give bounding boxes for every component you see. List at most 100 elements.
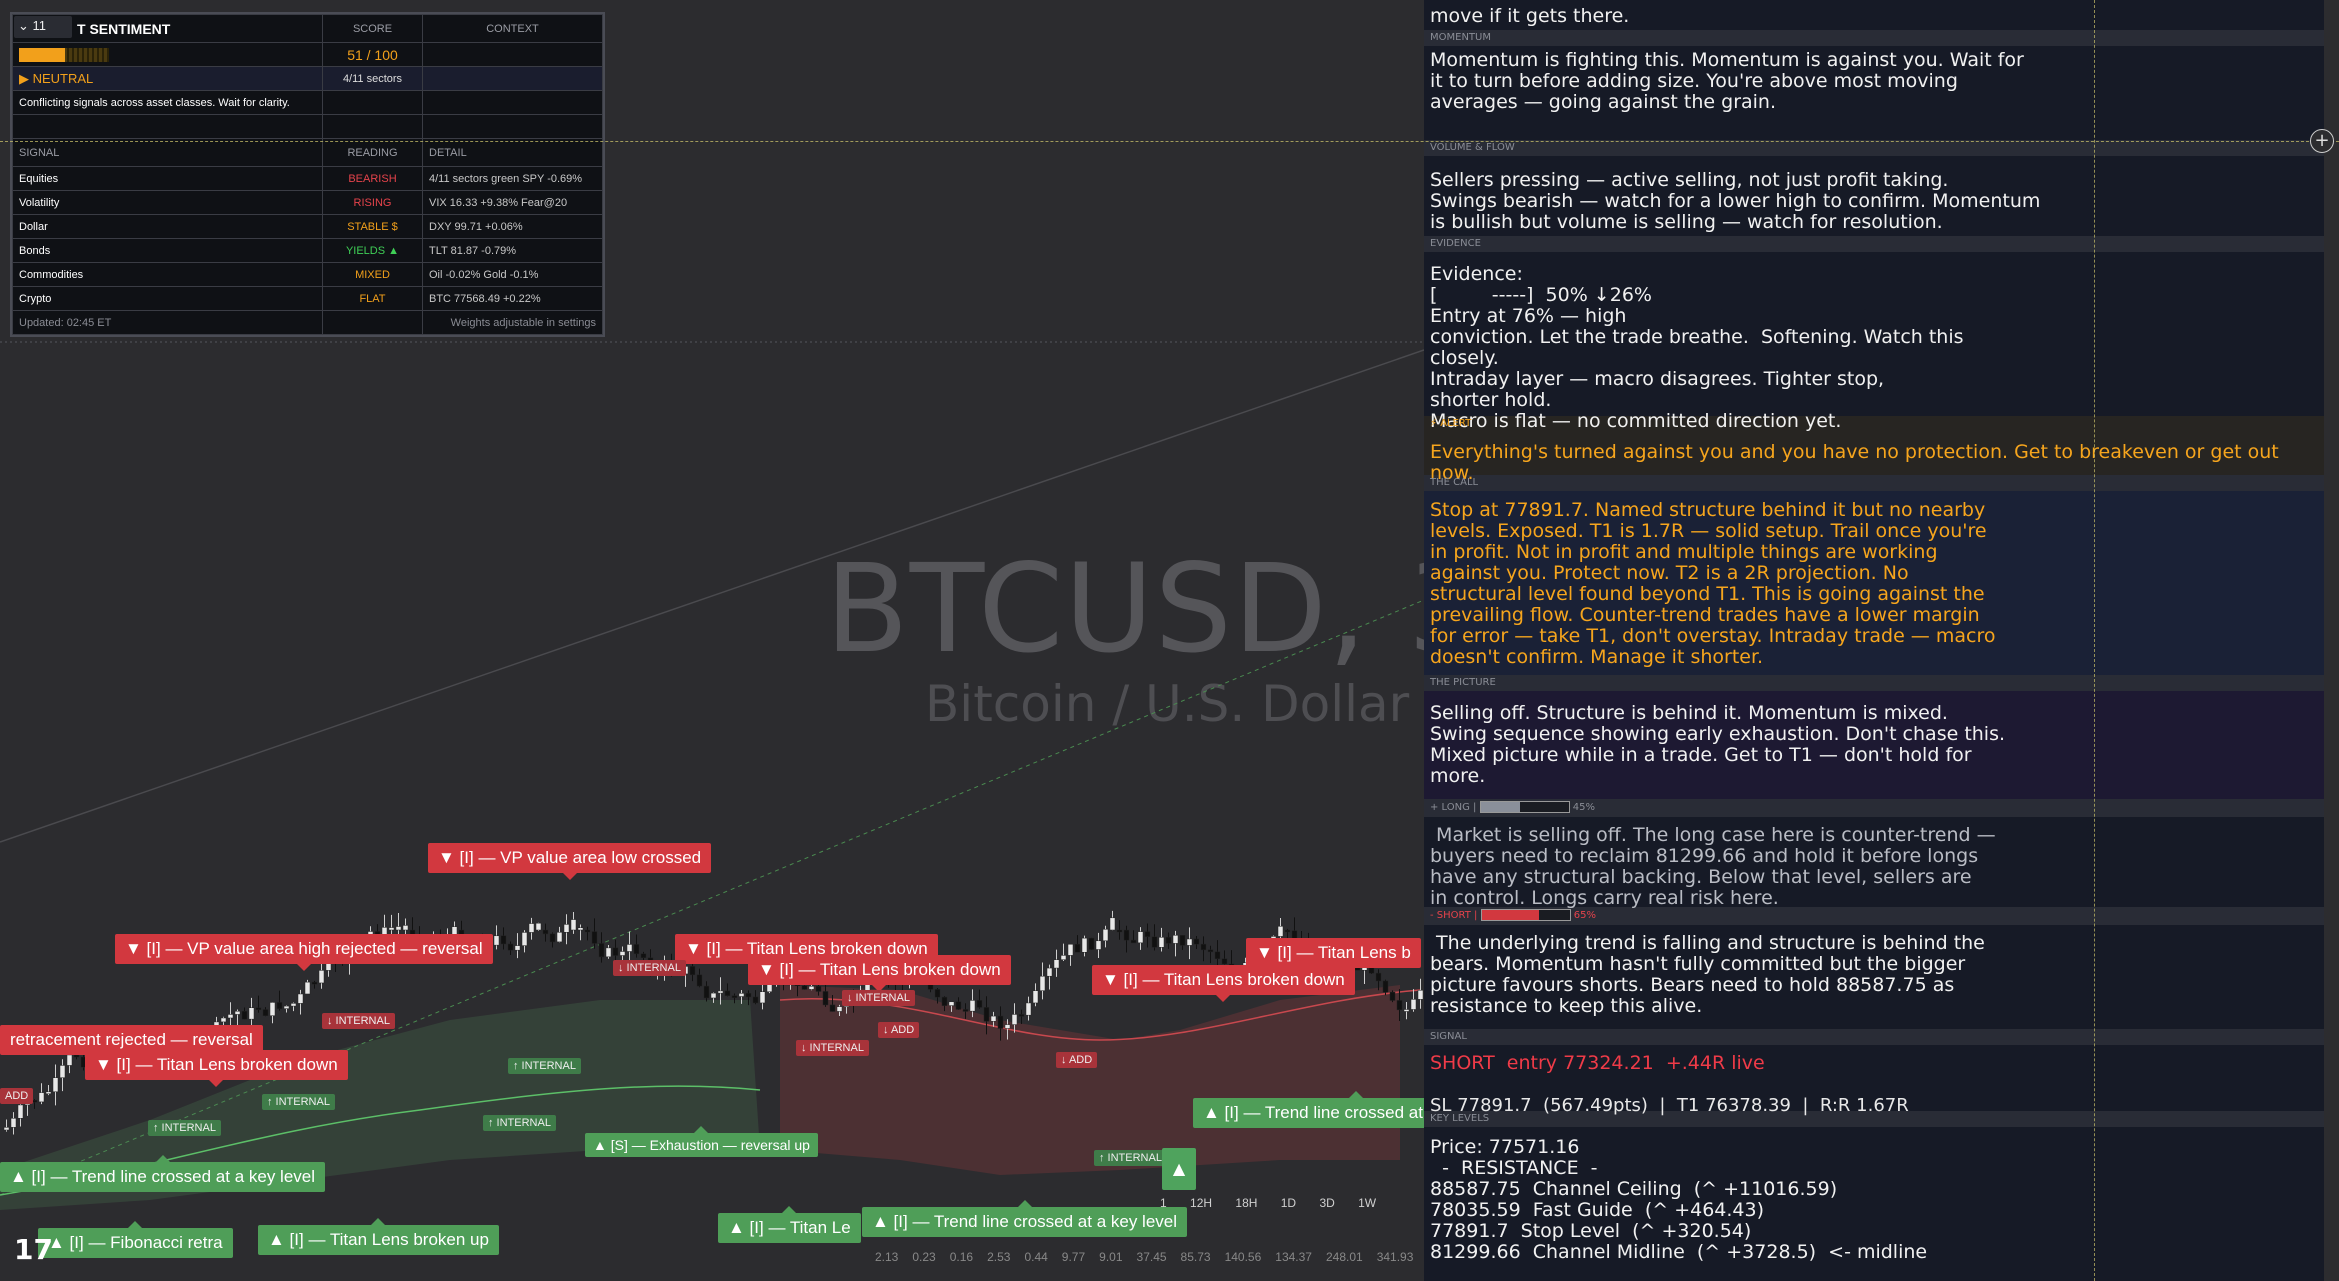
score-bar bbox=[19, 47, 109, 62]
volume-value: 248.01 bbox=[1325, 1250, 1363, 1264]
short-case-text: The underlying trend is falling and stru… bbox=[1430, 932, 1985, 1017]
candle-body bbox=[997, 1015, 1004, 1029]
volume-value: 2.13 bbox=[875, 1250, 899, 1264]
candle-body bbox=[619, 951, 626, 956]
add-plus-icon[interactable]: + bbox=[2310, 129, 2334, 153]
sentiment-row: Equities BEARISH 4/11 sectors green SPY -0… bbox=[12, 166, 603, 191]
candle-body bbox=[969, 1000, 976, 1012]
candle-body bbox=[703, 985, 710, 999]
tf-18h[interactable]: 18H bbox=[1235, 1196, 1257, 1210]
candle-body bbox=[52, 1077, 59, 1093]
key-levels-text: Price: 77571.16 - RESISTANCE - 88587.75 … bbox=[1430, 1136, 1928, 1263]
candle-body bbox=[549, 933, 556, 943]
volume-flow-header: VOLUME & FLOW bbox=[1424, 140, 2324, 156]
sentiment-row: Crypto FLAT BTC 77568.49 +0.22% bbox=[12, 286, 603, 311]
evidence-text: Entry at 76% — high conviction. Let the … bbox=[1430, 305, 1964, 432]
candle-body bbox=[941, 996, 948, 1006]
signal-label-titan-2[interactable]: ▼ [I] — Titan Lens broken down bbox=[748, 955, 1011, 992]
long-bar bbox=[1479, 801, 1570, 813]
score-value: 51 / 100 bbox=[322, 42, 423, 67]
tf-3d[interactable]: 3D bbox=[1319, 1196, 1334, 1210]
candle-body bbox=[318, 970, 325, 984]
tf-1[interactable]: 1 bbox=[1160, 1196, 1167, 1210]
candle-body bbox=[45, 1091, 52, 1095]
candle-body bbox=[1179, 935, 1186, 946]
candle-body bbox=[990, 1015, 997, 1022]
tradingview-logo[interactable]: 17 bbox=[14, 1233, 66, 1266]
signal-label-fibonacci[interactable]: ▲ [I] — Fibonacci retra bbox=[38, 1221, 233, 1258]
collapse-button[interactable]: ⌄ 11 bbox=[14, 16, 72, 38]
volume-value: 140.56 bbox=[1224, 1250, 1262, 1264]
candle-body bbox=[1004, 1024, 1011, 1029]
candle-body bbox=[577, 927, 584, 931]
signal-detail: SL 77891.7 (567.49pts) | T1 76378.39 | R… bbox=[1430, 1095, 1909, 1116]
signal-label-vp-high[interactable]: ▼ [I] — VP value area high rejected — re… bbox=[115, 934, 493, 971]
candle-body bbox=[1032, 990, 1039, 1004]
candle-body bbox=[59, 1065, 66, 1078]
signal-block: SHORT entry 77324.21 +.44R live SL 77891… bbox=[1424, 1045, 2324, 1117]
candle-body bbox=[1018, 1014, 1025, 1017]
tf-1w[interactable]: 1W bbox=[1358, 1196, 1376, 1210]
signal-label-titan-5[interactable]: ▼ [I] — Titan Lens broken down bbox=[85, 1050, 348, 1087]
candle-body bbox=[1158, 937, 1165, 948]
sentiment-state[interactable]: ▶ NEUTRAL bbox=[12, 66, 323, 91]
previous-section-tail: move if it gets there. bbox=[1430, 5, 1630, 27]
buy-marker[interactable]: ▲ bbox=[1162, 1148, 1196, 1190]
volume-value: 9.01 bbox=[1099, 1250, 1123, 1264]
signal-detail: BTC 77568.49 +0.22% bbox=[422, 286, 603, 311]
volume-value: 134.37 bbox=[1275, 1250, 1312, 1264]
candle-body bbox=[38, 1092, 45, 1103]
signal-detail: Oil -0.02% Gold -0.1% bbox=[422, 262, 603, 287]
candle-body bbox=[1186, 938, 1193, 946]
crosshair-horizontal bbox=[0, 141, 2339, 142]
volume-row: 2.13 0.23 0.16 2.53 0.44 9.77 9.01 37.45 85.73 14… bbox=[875, 1250, 1424, 1264]
volume-value: 341.93 bbox=[1376, 1250, 1414, 1264]
sentiment-row: Dollar STABLE $ DXY 99.71 +0.06% bbox=[12, 214, 603, 239]
long-header: + LONG | 45% bbox=[1424, 799, 2324, 817]
candle-body bbox=[934, 989, 941, 998]
tf-1d[interactable]: 1D bbox=[1281, 1196, 1296, 1210]
signal-label-trendline-1[interactable]: ▲ [I] — Trend line crossed at a key leve… bbox=[0, 1155, 326, 1192]
candle-body bbox=[269, 1002, 276, 1016]
signal-label-titan-up[interactable]: ▲ [I] — Titan Lens broken up bbox=[258, 1218, 499, 1255]
candle-body bbox=[1277, 926, 1284, 937]
volume-value: 2.53 bbox=[987, 1250, 1011, 1264]
signal-label-titan-4[interactable]: ▼ [I] — Titan Lens b bbox=[1246, 938, 1421, 975]
score-bar-cell bbox=[12, 42, 323, 67]
signal-label-trendline-3[interactable]: ▲ [I] — Trend line crossed at a key leve… bbox=[862, 1200, 1188, 1237]
candle-body bbox=[388, 927, 395, 931]
candle-body bbox=[591, 931, 598, 944]
candle-body bbox=[17, 1104, 24, 1119]
candle-body bbox=[1130, 939, 1137, 944]
chevron-down-icon: ⌄ bbox=[18, 18, 33, 33]
candle-body bbox=[241, 1010, 248, 1020]
candle-body bbox=[542, 929, 549, 935]
signal-label-vp-low[interactable]: ▼ [I] — VP value area low crossed bbox=[428, 843, 712, 880]
internal-tag: ↑ INTERNAL bbox=[508, 1058, 581, 1074]
signal-name: Crypto bbox=[12, 286, 323, 311]
candle-body bbox=[297, 993, 304, 1004]
picture-header: THE PICTURE bbox=[1424, 675, 2324, 691]
sentiment-row: Bonds YIELDS ▲ TLT 81.87 -0.79% bbox=[12, 238, 603, 263]
add-tag: ↓ ADD bbox=[1056, 1052, 1098, 1068]
candle-body bbox=[738, 993, 745, 997]
sentiment-row: Commodities MIXED Oil -0.02% Gold -0.1% bbox=[12, 262, 603, 287]
price-scale-strip[interactable] bbox=[2324, 0, 2339, 1281]
tf-12h[interactable]: 12H bbox=[1190, 1196, 1212, 1210]
signal-label-titan-up-2[interactable]: ▲ [I] — Titan Le bbox=[718, 1206, 861, 1243]
call-text: Stop at 77891.7. Named structure behind … bbox=[1424, 491, 2324, 675]
candle-body bbox=[66, 1054, 73, 1066]
sentiment-message: Conflicting signals across asset classes… bbox=[12, 90, 323, 115]
timeframe-bar[interactable]: 1 12H 18H 1D 3D 1W bbox=[1160, 1196, 1396, 1210]
market-sentiment-table: T SENTIMENT SCORE CONTEXT 51 / 100 ▶ NEU… bbox=[10, 12, 605, 337]
signal-label-titan-3[interactable]: ▼ [I] — Titan Lens broken down bbox=[1092, 965, 1355, 1002]
signal-name: Commodities bbox=[12, 262, 323, 287]
candle-body bbox=[1172, 935, 1179, 944]
signal-name: Dollar bbox=[12, 214, 323, 239]
candle-body bbox=[493, 935, 500, 946]
candle-body bbox=[808, 986, 815, 990]
signal-label-exhaustion[interactable]: ▲ [S] — Exhaustion — reversal up bbox=[585, 1126, 818, 1157]
detail-header: DETAIL bbox=[422, 138, 603, 167]
analysis-panel: move if it gets there. MOMENTUM Momentum… bbox=[1424, 0, 2324, 1281]
signal-label-trendline-2[interactable]: ▲ [I] — Trend line crossed at a key leve… bbox=[1193, 1091, 1424, 1128]
